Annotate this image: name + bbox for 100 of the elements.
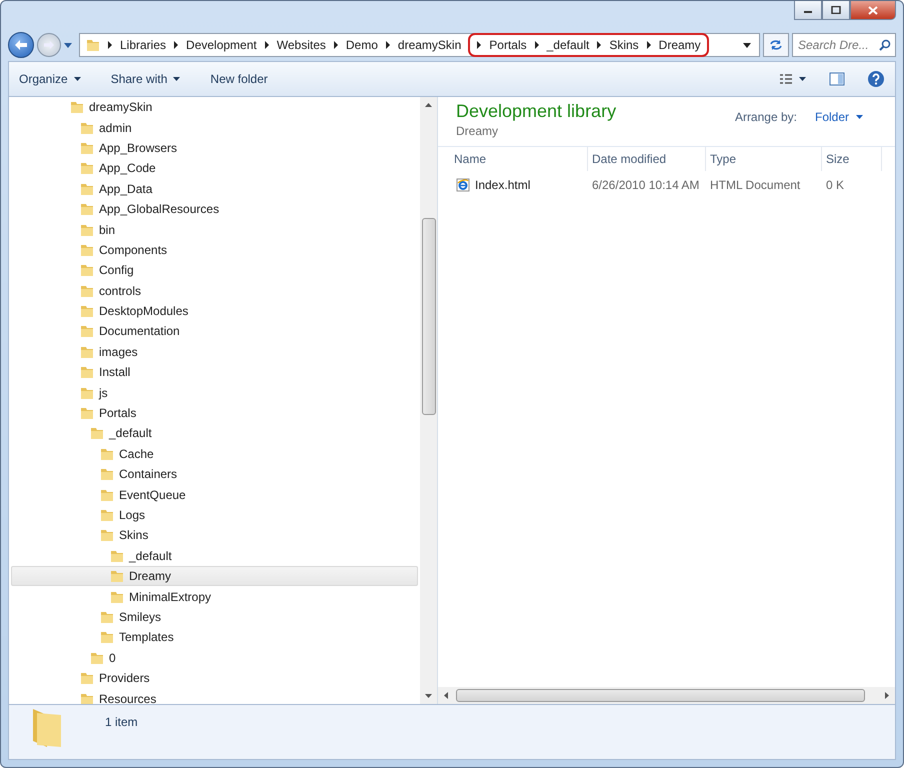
tree-item[interactable]: EventQueue [11,484,418,505]
item-count: 1 item [105,715,138,729]
scroll-down-icon[interactable] [425,694,432,698]
tree-item[interactable]: 0 [11,648,418,668]
tree-item[interactable]: Config [11,260,418,281]
search-icon [879,39,891,51]
folder-icon [80,161,94,176]
preview-pane-button[interactable] [829,72,845,86]
column-header[interactable]: Size [822,147,882,171]
tree-item[interactable]: dreamySkin [11,97,418,118]
breadcrumb-item[interactable]: dreamySkin [398,38,462,52]
chevron-icon[interactable] [646,41,652,49]
breadcrumb-item[interactable]: Websites [276,38,326,52]
toolbar-button[interactable]: Organize [19,72,81,86]
tree-item[interactable]: Smileys [11,606,418,628]
breadcrumb-item[interactable]: Skins [609,38,639,52]
breadcrumb-item[interactable]: Libraries [120,38,166,52]
folder-icon [80,344,94,359]
chevron-icon[interactable] [476,41,482,49]
tree-item[interactable]: Portals [11,402,418,424]
refresh-button[interactable] [763,33,789,57]
tree-item[interactable]: js [11,382,418,403]
library-subtitle: Dreamy [456,124,500,138]
tree-item[interactable]: App_GlobalResources [11,198,418,220]
chevron-icon[interactable] [384,41,391,49]
table-cell-text: 6/26/2010 10:14 AM [591,177,700,194]
tree-item[interactable]: Resources [11,688,418,704]
minimize-button[interactable] [794,1,822,20]
arrange-dropdown[interactable]: Folder [814,110,863,124]
address-bar[interactable]: Libraries Development Websites Demo dreamySkin Portals _default Skins Dreamy [79,33,760,57]
chevron-icon[interactable] [534,41,540,49]
folder-icon [110,590,124,604]
list-view-icon [779,73,807,85]
tree-item[interactable]: App_Code [11,158,418,179]
breadcrumb-item[interactable]: Dreamy [658,38,701,52]
scroll-up-icon[interactable] [425,103,432,107]
dropdown-icon[interactable] [743,42,751,48]
arrange-label: Arrange by: [734,110,797,124]
chevron-icon[interactable] [173,41,180,49]
maximize-button[interactable] [822,1,850,20]
tree-item[interactable]: App_Browsers [11,138,418,158]
column-header[interactable]: Date modified [588,147,706,171]
file-name-cell[interactable]: Index.html [438,171,588,199]
breadcrumb-item[interactable]: Demo [346,38,378,52]
folder-icon [80,120,94,135]
folder-icon [80,263,94,278]
tree-item[interactable]: Containers [11,464,418,484]
toolbar-button[interactable]: Share with [110,72,180,86]
breadcrumb-item[interactable]: Development [186,38,257,52]
tree-item[interactable]: Cache [11,444,418,464]
search-field[interactable]: Search Dre... [792,33,896,57]
tree-item[interactable]: Install [11,362,418,382]
back-arrow-icon [14,39,28,51]
tree-item[interactable]: MinimalExtropy [11,586,418,607]
folder-icon [110,569,124,584]
back-button[interactable] [8,32,34,58]
tree-item[interactable]: Templates [11,627,418,648]
history-dropdown-icon[interactable] [64,42,72,48]
scrollbar-thumb[interactable] [422,218,436,415]
refresh-icon [769,39,783,51]
scroll-right-icon[interactable] [885,692,889,699]
tree-item[interactable]: Logs [11,504,418,526]
tree-item[interactable]: Dreamy [11,566,418,586]
tree-item[interactable]: bin [11,219,418,240]
close-button[interactable] [850,1,896,20]
tree-item[interactable]: controls [11,280,418,301]
tree-item[interactable]: Documentation [11,321,418,342]
table-cell-text: 0 K [825,177,846,194]
folder-icon [80,202,94,216]
tree-item[interactable]: App_Data [11,178,418,199]
scroll-left-icon[interactable] [444,692,448,699]
folder-icon [86,38,100,52]
breadcrumb-item[interactable]: _default [546,38,590,52]
table-cell-text: HTML Document [709,177,802,194]
tree-item[interactable]: _default [11,546,418,566]
column-header[interactable]: Name [438,147,588,171]
scrollbar-thumb[interactable] [456,689,865,702]
breadcrumb-item[interactable]: Portals [489,38,527,52]
tree-item[interactable]: Components [11,240,418,260]
tree-item[interactable]: DesktopModules [11,300,418,322]
tree-item[interactable]: images [11,342,418,362]
column-header[interactable]: Type [706,147,822,171]
chevron-icon[interactable] [264,41,270,49]
folder-icon [100,528,114,542]
tree-item[interactable]: Providers [11,668,418,688]
chevron-icon[interactable] [332,41,339,49]
folder-icon [80,140,94,155]
view-options-button[interactable] [779,73,807,85]
tree-item[interactable]: Skins [11,525,418,546]
chevron-icon[interactable] [596,41,602,49]
folder-icon [80,365,94,380]
folder-icon [100,467,114,482]
library-title: Development library [456,101,618,122]
folder-icon [80,222,94,237]
folder-icon [80,242,94,257]
chevron-icon[interactable] [107,41,113,49]
tree-item[interactable]: admin [11,117,418,138]
toolbar-button[interactable]: New folder [210,72,268,86]
tree-item[interactable]: _default [11,423,418,444]
help-button[interactable] [867,70,885,88]
